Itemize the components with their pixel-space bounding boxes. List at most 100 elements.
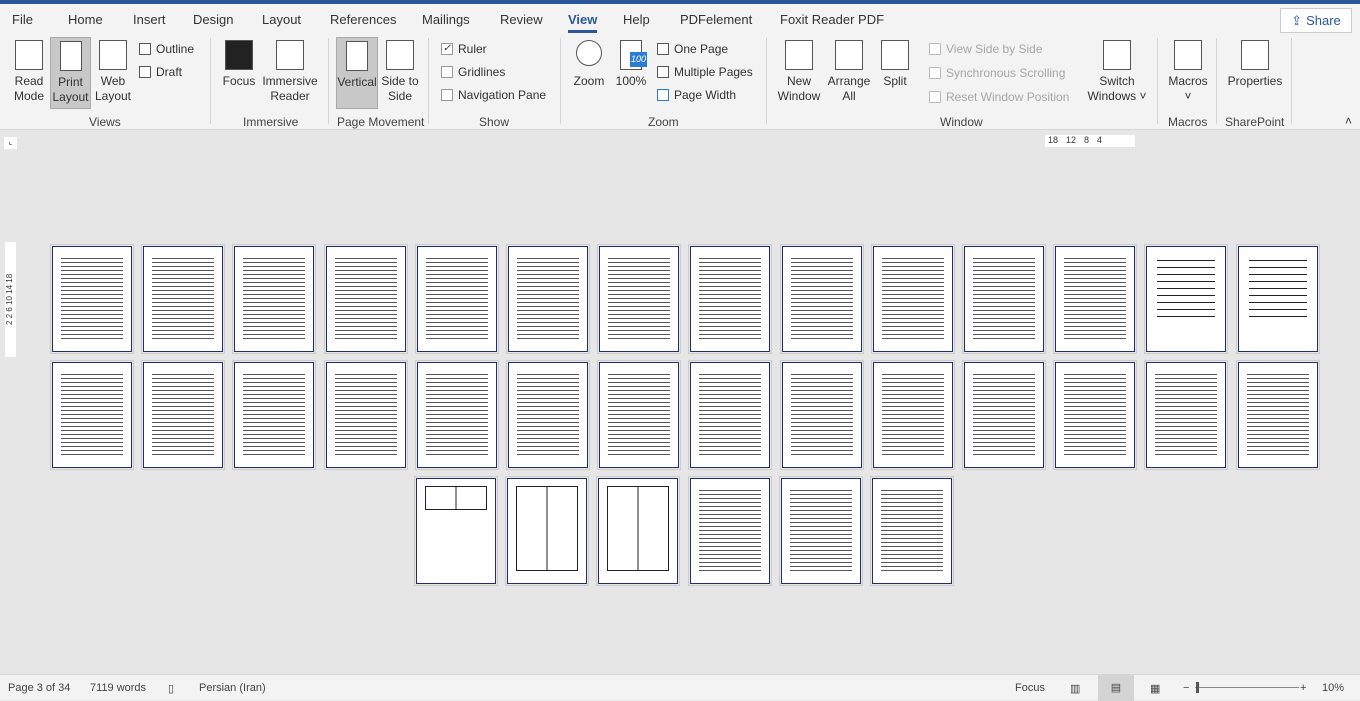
language[interactable]: Persian (Iran): [199, 682, 266, 694]
tab-review[interactable]: Review: [500, 12, 543, 27]
zoom-slider[interactable]: [1195, 682, 1299, 693]
zoom-badge: 100: [629, 52, 647, 67]
divider: [1216, 38, 1217, 124]
multiple-pages-button[interactable]: Multiple Pages: [657, 65, 753, 79]
page-thumbnail[interactable]: [962, 244, 1046, 354]
page-thumbnail[interactable]: [1144, 244, 1229, 354]
zoom-out-button[interactable]: −: [1183, 682, 1189, 694]
page-thumbnail[interactable]: [414, 476, 498, 586]
vertical-button[interactable]: Vertical: [336, 37, 378, 109]
page-thumbnail[interactable]: [1053, 360, 1138, 470]
print-layout-icon: [59, 41, 82, 71]
switch-windows-button[interactable]: Switch Windows ˅: [1086, 40, 1148, 104]
page-count[interactable]: Page 3 of 34: [8, 682, 70, 694]
web-layout-button[interactable]: Web Layout: [94, 40, 132, 104]
split-button[interactable]: Split: [878, 40, 912, 89]
vertical-ruler[interactable]: 2 2 6 10 14 18: [5, 242, 16, 357]
horizontal-ruler[interactable]: 18 12 8 4: [1045, 135, 1135, 147]
immersive-reader-button[interactable]: Immersive Reader: [260, 40, 320, 104]
zoom-level[interactable]: 10%: [1322, 682, 1344, 694]
ribbon-tabs: File Home Insert Design Layout References Mail…: [0, 4, 1360, 34]
page-thumbnail[interactable]: [232, 360, 317, 470]
tab-selector[interactable]: ⌞: [4, 137, 17, 149]
page-thumbnail[interactable]: [323, 360, 408, 470]
arrange-all-button[interactable]: Arrange All: [825, 40, 873, 104]
page-thumbnail[interactable]: [141, 360, 226, 470]
navigation-pane-checkbox[interactable]: Navigation Pane: [441, 88, 546, 102]
page-thumbnail[interactable]: [505, 476, 590, 586]
one-page-button[interactable]: One Page: [657, 42, 728, 56]
page-thumbnail[interactable]: [323, 244, 408, 354]
tab-references[interactable]: References: [330, 12, 396, 27]
tab-file[interactable]: File: [12, 12, 33, 27]
page-thumbnail[interactable]: [779, 360, 864, 470]
tab-view[interactable]: View: [568, 12, 598, 33]
page-thumbnail[interactable]: [870, 360, 955, 470]
tab-pdfelement[interactable]: PDFelement: [680, 12, 752, 27]
tab-help[interactable]: Help: [623, 12, 650, 27]
page-thumbnail[interactable]: [414, 360, 499, 470]
collapse-ribbon-icon[interactable]: ˄: [1345, 114, 1352, 128]
page-thumbnail[interactable]: [414, 244, 499, 354]
focus-mode-button[interactable]: Focus: [1015, 682, 1045, 694]
zoom-button[interactable]: Zoom: [570, 40, 608, 89]
print-layout-button[interactable]: Print Layout: [50, 37, 91, 109]
page-thumbnail[interactable]: [50, 360, 134, 470]
word-count[interactable]: 7119 words: [90, 682, 146, 694]
macros-button[interactable]: Macros ˅: [1165, 40, 1211, 104]
synchronous-scrolling-button[interactable]: Synchronous Scrolling: [929, 66, 1065, 80]
page-thumbnail[interactable]: [779, 244, 864, 354]
focus-button[interactable]: Focus: [220, 40, 258, 89]
tab-mailings[interactable]: Mailings: [422, 12, 470, 27]
properties-button[interactable]: Properties: [1224, 40, 1286, 89]
page-thumbnail[interactable]: [596, 476, 681, 586]
page-thumbnail[interactable]: [870, 476, 954, 586]
read-mode-button[interactable]: Read Mode: [10, 40, 48, 104]
page-thumbnail[interactable]: [1144, 360, 1229, 470]
zoom-100-button[interactable]: 100 100%: [613, 40, 649, 89]
outline-button[interactable]: Outline: [139, 42, 194, 56]
tab-design[interactable]: Design: [193, 12, 233, 27]
page-thumbnail[interactable]: [1235, 244, 1320, 354]
page-thumbnail[interactable]: [50, 244, 134, 354]
ribbon: Read Mode Print Layout Web Layout Outlin…: [0, 34, 1360, 130]
page-thumbnail[interactable]: [1235, 360, 1320, 470]
share-button[interactable]: ⇪ Share: [1280, 8, 1352, 33]
page-thumbnail[interactable]: [688, 244, 773, 354]
tab-home[interactable]: Home: [68, 12, 103, 27]
side-to-side-button[interactable]: Side to Side: [380, 40, 420, 104]
page-width-button[interactable]: Page Width: [657, 88, 736, 102]
print-layout-view-icon[interactable]: ▤: [1098, 675, 1134, 701]
zoom-in-button[interactable]: +: [1300, 682, 1306, 694]
ruler-tick: 18: [1048, 135, 1059, 145]
tab-insert[interactable]: Insert: [133, 12, 166, 27]
page-thumbnail[interactable]: [687, 476, 772, 586]
new-window-button[interactable]: New Window: [776, 40, 822, 104]
page-thumbnail[interactable]: [141, 244, 226, 354]
outline-icon: [139, 43, 151, 55]
page-thumbnail[interactable]: [232, 244, 317, 354]
gridlines-checkbox[interactable]: Gridlines: [441, 65, 505, 79]
page-movement-group-label: Page Movement: [337, 115, 425, 129]
read-mode-view-icon[interactable]: ▥: [1070, 682, 1080, 695]
focus-icon: [225, 40, 253, 70]
draft-button[interactable]: Draft: [139, 65, 182, 79]
page-thumbnail[interactable]: [870, 244, 955, 354]
page-thumbnail[interactable]: [597, 244, 682, 354]
proofing-icon[interactable]: ▯: [168, 682, 174, 695]
tab-layout[interactable]: Layout: [262, 12, 301, 27]
divider: [210, 38, 211, 124]
page-thumbnail[interactable]: [778, 476, 863, 586]
zoom-slider-thumb[interactable]: [1196, 682, 1200, 693]
page-thumbnail[interactable]: [506, 244, 590, 354]
page-thumbnail[interactable]: [506, 360, 590, 470]
page-thumbnail[interactable]: [1053, 244, 1138, 354]
page-thumbnail[interactable]: [597, 360, 682, 470]
view-side-by-side-button[interactable]: View Side by Side: [929, 42, 1043, 56]
tab-foxit-reader-pdf[interactable]: Foxit Reader PDF: [780, 12, 884, 27]
web-layout-view-icon[interactable]: ▦: [1150, 682, 1160, 695]
ruler-checkbox[interactable]: ✓ Ruler: [441, 42, 487, 56]
page-thumbnail[interactable]: [962, 360, 1046, 470]
page-thumbnail[interactable]: [688, 360, 773, 470]
reset-window-position-button[interactable]: Reset Window Position: [929, 90, 1069, 104]
